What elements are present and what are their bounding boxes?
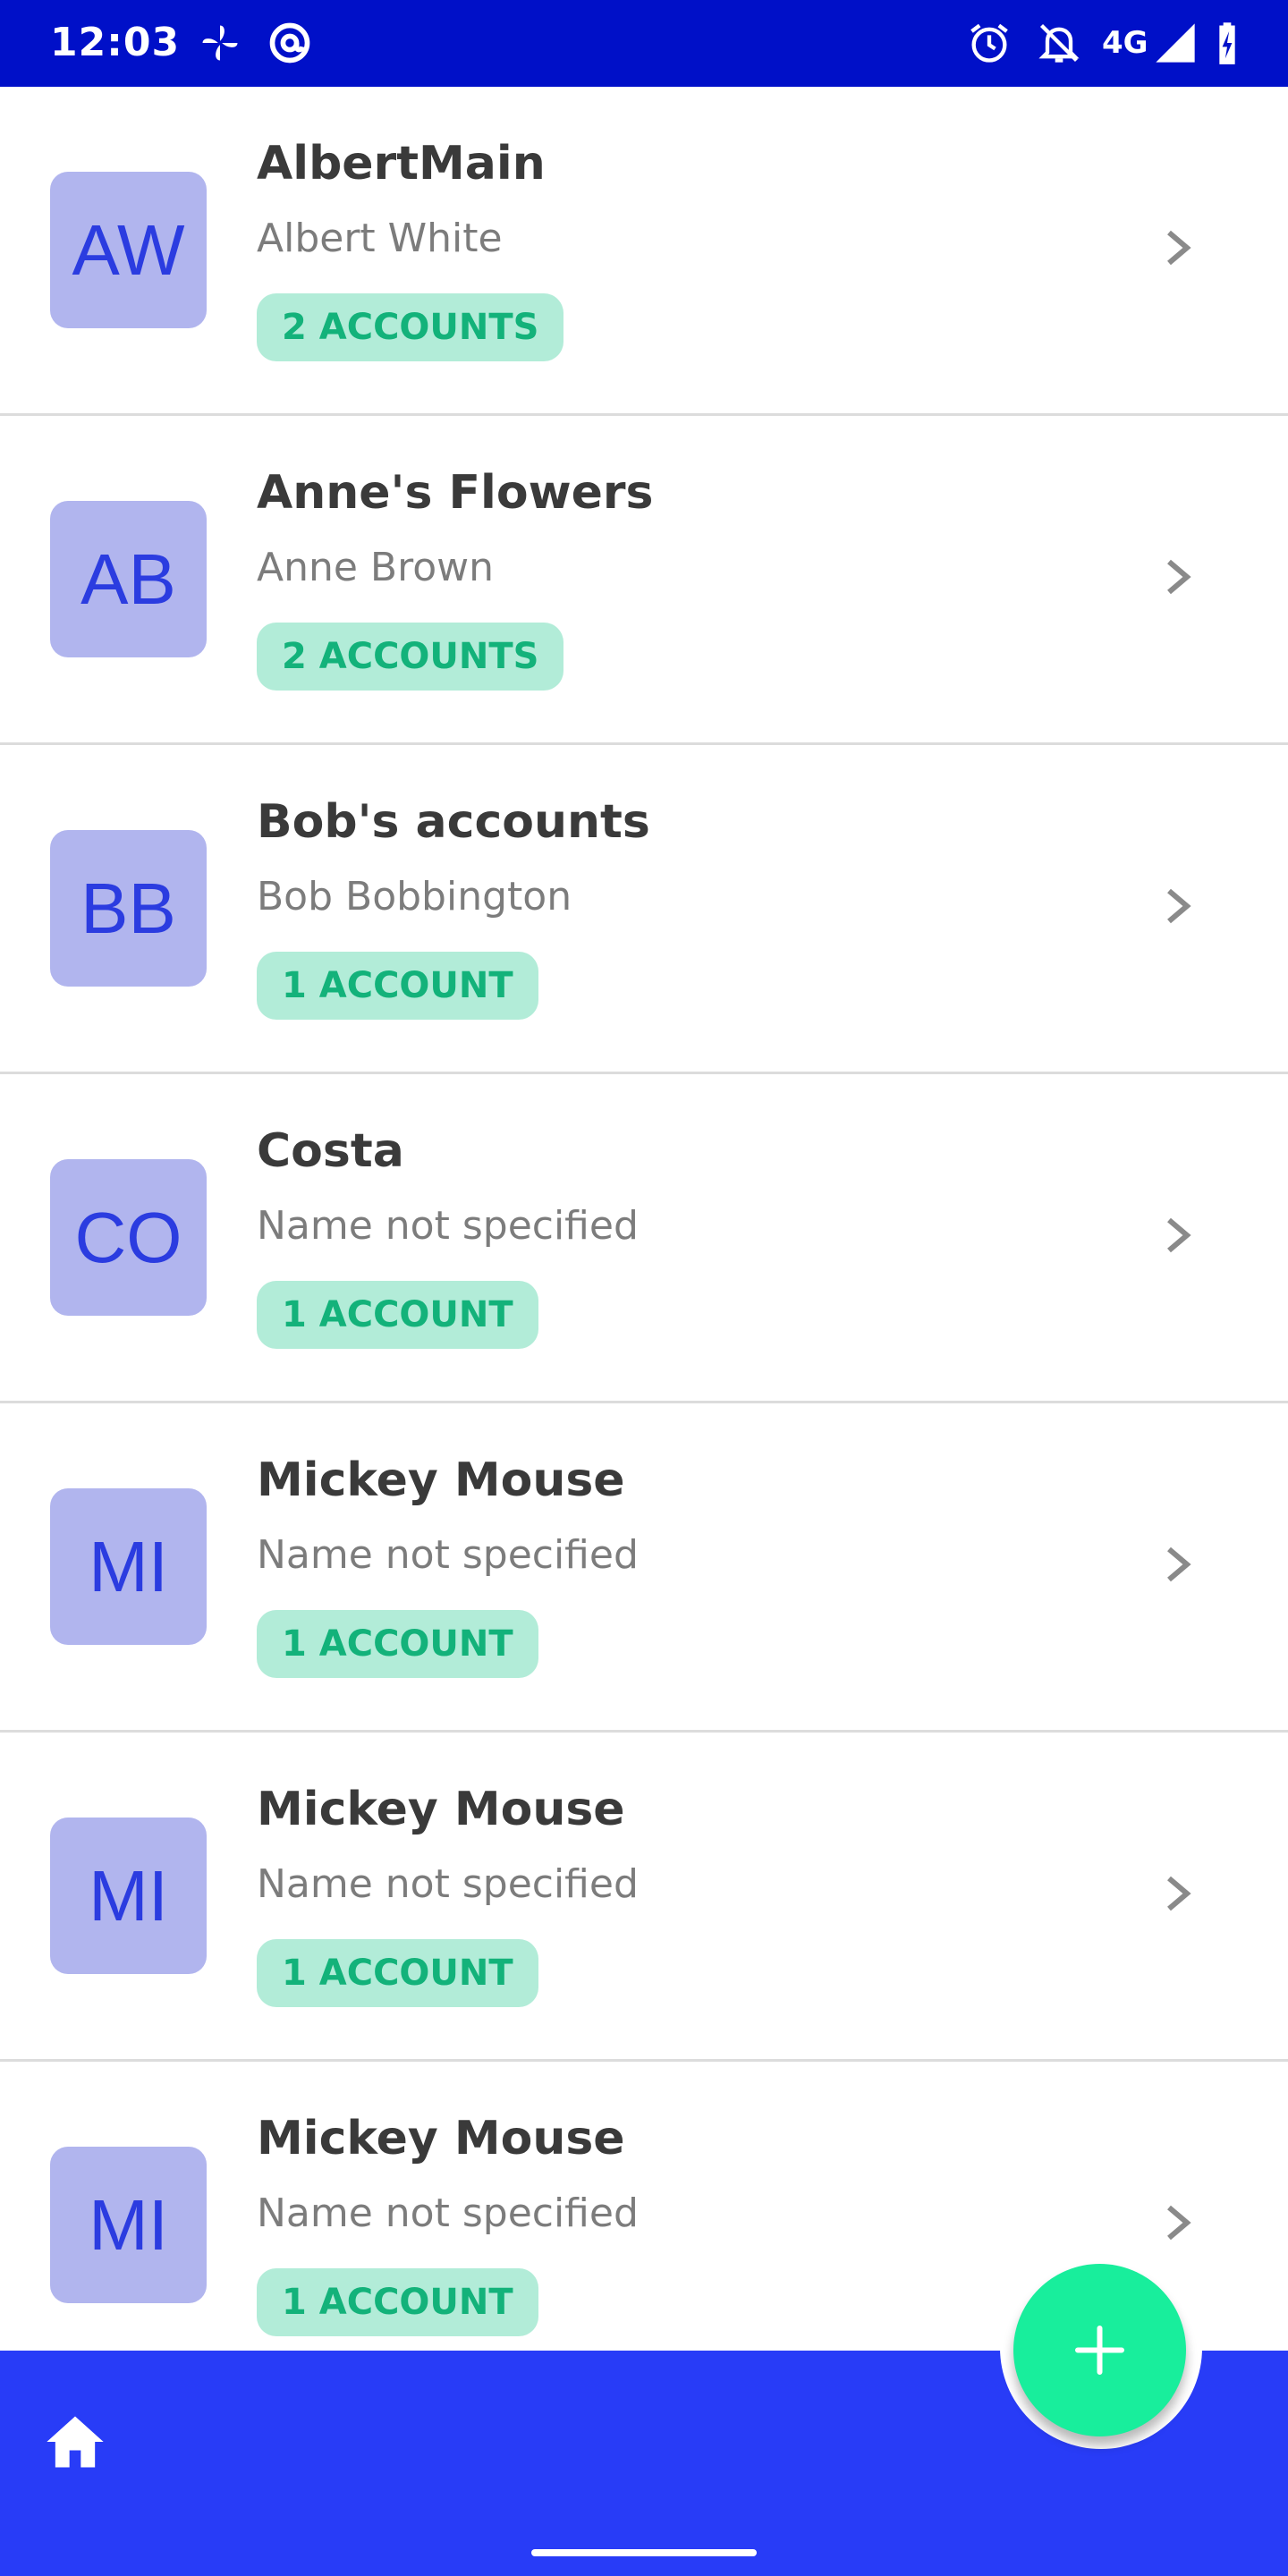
- account-list: AW AlbertMain Albert White 2 ACCOUNTS AB…: [0, 87, 1288, 2391]
- signal-icon: [1152, 20, 1199, 66]
- list-item[interactable]: AB Anne's Flowers Anne Brown 2 ACCOUNTS: [0, 416, 1288, 745]
- item-title: AlbertMain: [257, 137, 546, 191]
- item-title: Anne's Flowers: [257, 466, 654, 520]
- at-sign-icon: [267, 20, 313, 66]
- list-item[interactable]: BB Bob's accounts Bob Bobbington 1 ACCOU…: [0, 745, 1288, 1074]
- avatar: CO: [50, 1159, 207, 1316]
- item-subtitle: Name not specified: [257, 1532, 639, 1578]
- status-time: 12:03: [50, 20, 181, 65]
- account-count-badge: 1 ACCOUNT: [257, 952, 538, 1020]
- chevron-right-icon: [1156, 2199, 1200, 2247]
- chevron-right-icon: [1156, 1540, 1200, 1589]
- item-title: Mickey Mouse: [257, 2112, 625, 2165]
- avatar: MI: [50, 1488, 207, 1645]
- item-subtitle: Name not specified: [257, 2190, 639, 2236]
- home-icon[interactable]: [41, 2408, 109, 2476]
- gesture-handle[interactable]: [531, 2549, 757, 2556]
- item-title: Mickey Mouse: [257, 1453, 625, 1507]
- chevron-right-icon: [1156, 1211, 1200, 1259]
- item-subtitle: Name not specified: [257, 1861, 639, 1907]
- item-subtitle: Albert White: [257, 216, 503, 261]
- item-title: Mickey Mouse: [257, 1783, 625, 1836]
- battery-charging-icon: [1204, 20, 1250, 66]
- account-count-badge: 1 ACCOUNT: [257, 1610, 538, 1678]
- list-item[interactable]: MI Mickey Mouse Name not specified 1 ACC…: [0, 1733, 1288, 2062]
- avatar: AB: [50, 501, 207, 657]
- alarm-icon: [966, 20, 1013, 66]
- chevron-right-icon: [1156, 553, 1200, 601]
- account-count-badge: 1 ACCOUNT: [257, 1939, 538, 2007]
- chevron-right-icon: [1156, 1869, 1200, 1918]
- status-bar: 12:03 4G: [0, 0, 1288, 87]
- network-type: 4G: [1102, 25, 1148, 61]
- chevron-right-icon: [1156, 882, 1200, 930]
- account-count-badge: 2 ACCOUNTS: [257, 623, 564, 691]
- avatar: MI: [50, 1818, 207, 1974]
- notifications-off-icon: [1036, 20, 1082, 66]
- account-count-badge: 1 ACCOUNT: [257, 2268, 538, 2336]
- item-subtitle: Name not specified: [257, 1203, 639, 1249]
- account-count-badge: 2 ACCOUNTS: [257, 293, 564, 361]
- plus-icon: [1075, 2326, 1124, 2375]
- avatar: BB: [50, 830, 207, 987]
- item-title: Bob's accounts: [257, 795, 650, 849]
- item-subtitle: Anne Brown: [257, 545, 495, 590]
- list-item[interactable]: MI Mickey Mouse Name not specified 1 ACC…: [0, 1403, 1288, 1733]
- avatar: MI: [50, 2147, 207, 2303]
- chevron-right-icon: [1156, 224, 1200, 272]
- list-item[interactable]: AW AlbertMain Albert White 2 ACCOUNTS: [0, 87, 1288, 416]
- item-subtitle: Bob Bobbington: [257, 874, 572, 919]
- add-button[interactable]: [1013, 2264, 1186, 2436]
- item-title: Costa: [257, 1124, 404, 1178]
- avatar: AW: [50, 172, 207, 328]
- account-count-badge: 1 ACCOUNT: [257, 1281, 538, 1349]
- list-item[interactable]: CO Costa Name not specified 1 ACCOUNT: [0, 1074, 1288, 1403]
- fan-icon: [197, 20, 243, 66]
